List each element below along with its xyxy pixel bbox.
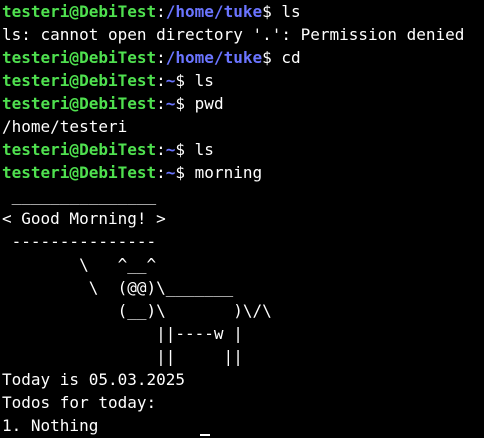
output-line: _______________ [2, 186, 157, 205]
prompt-path: ~ [165, 94, 176, 113]
prompt-user-host: testeri@DebiTest [2, 163, 157, 182]
prompt-line: testeri@DebiTest:~$ ls [2, 138, 484, 161]
prompt-path: /home/tuke [165, 2, 263, 21]
prompt-colon: : [156, 71, 166, 90]
output-line: Todos for today: [2, 393, 157, 412]
prompt-path: /home/tuke [165, 48, 263, 67]
prompt-line: testeri@DebiTest:~$ ls [2, 69, 484, 92]
command-text: ls [194, 71, 214, 90]
prompt-dollar: $ [175, 163, 195, 182]
output-line: /home/testeri [2, 117, 128, 136]
terminal-output[interactable]: testeri@DebiTest:/home/tuke$ ls ls: canno… [2, 0, 484, 438]
prompt-dollar: $ [175, 94, 195, 113]
prompt-colon: : [156, 2, 166, 21]
prompt-user-host: testeri@DebiTest [2, 140, 157, 159]
prompt-colon: : [156, 48, 166, 67]
prompt-user-host: testeri@DebiTest [2, 48, 157, 67]
output-line: < Good Morning! > [2, 209, 166, 228]
text-cursor [200, 434, 210, 436]
command-text: pwd [194, 94, 224, 113]
command-text: ls [281, 2, 301, 21]
prompt-dollar: $ [175, 140, 195, 159]
prompt-path: ~ [165, 71, 176, 90]
command-text: ls [194, 140, 214, 159]
prompt-colon: : [156, 140, 166, 159]
prompt-dollar: $ [175, 71, 195, 90]
output-line: Today is 05.03.2025 [2, 370, 186, 389]
prompt-dollar: $ [262, 2, 282, 21]
output-line: 1. Nothing [2, 416, 99, 435]
output-line: --------------- [2, 232, 157, 251]
prompt-path: ~ [165, 140, 176, 159]
prompt-dollar: $ [262, 48, 282, 67]
prompt-line: testeri@DebiTest:~$ pwd [2, 92, 484, 115]
prompt-line: testeri@DebiTest:~$ morning [2, 161, 484, 184]
output-line: \ (@@)\_______ [2, 278, 234, 297]
output-line: (__)\ )\/\ [2, 301, 272, 320]
command-text: cd [281, 48, 301, 67]
prompt-user-host: testeri@DebiTest [2, 2, 157, 21]
output-line: ||----w | [2, 324, 243, 343]
prompt-path: ~ [165, 163, 176, 182]
prompt-user-host: testeri@DebiTest [2, 71, 157, 90]
output-line: || || [2, 347, 243, 366]
command-text: morning [194, 163, 263, 182]
prompt-colon: : [156, 163, 166, 182]
output-line: \ ^__^ [2, 255, 157, 274]
prompt-line: testeri@DebiTest:/home/tuke$ ls [2, 0, 484, 23]
prompt-user-host: testeri@DebiTest [2, 94, 157, 113]
prompt-line: testeri@DebiTest:/home/tuke$ cd [2, 46, 484, 69]
output-line: ls: cannot open directory '.': Permissio… [2, 25, 465, 44]
prompt-colon: : [156, 94, 166, 113]
